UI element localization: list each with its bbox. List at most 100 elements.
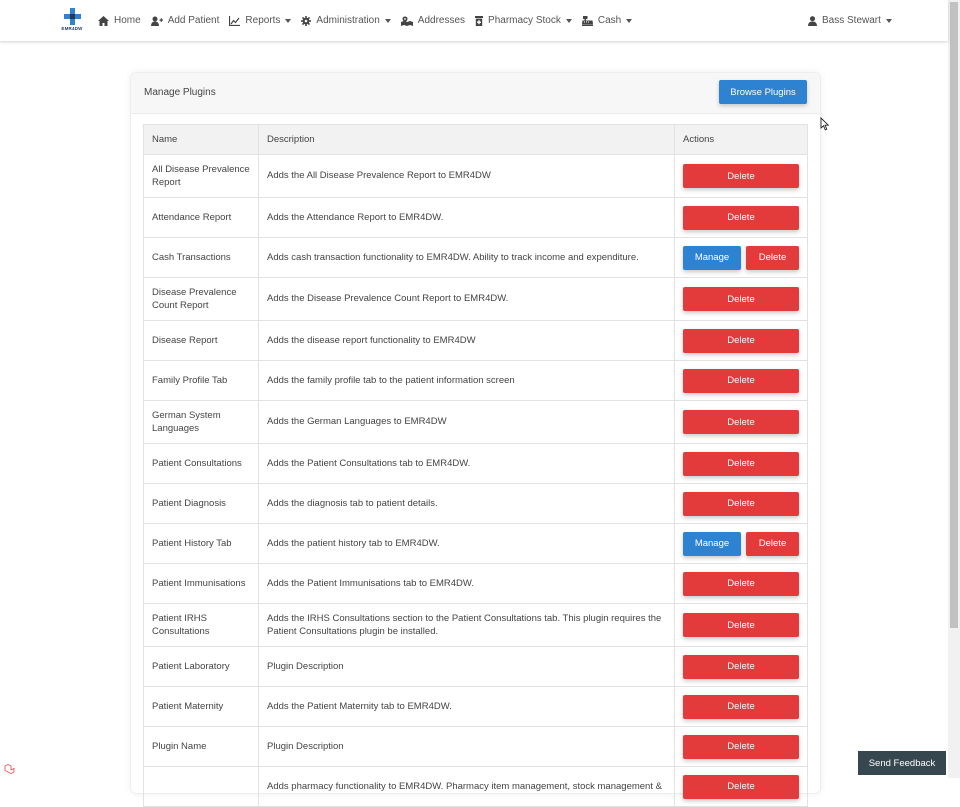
user-icon (808, 15, 817, 26)
plugin-name: Patient Diagnosis (143, 483, 259, 524)
delete-button[interactable]: Delete (746, 531, 799, 556)
table-header-row: Name Description Actions (143, 124, 808, 155)
nav-reports[interactable]: Reports (229, 15, 292, 26)
delete-button[interactable]: Delete (683, 328, 799, 353)
plugin-actions: Delete (674, 646, 808, 687)
send-feedback-button[interactable]: Send Feedback (858, 751, 946, 775)
nav-administration-label: Administration (316, 15, 380, 26)
plugin-actions: Delete (674, 726, 808, 767)
nav-pharmacy-stock[interactable]: Pharmacy Stock (475, 15, 572, 26)
chevron-down-icon (285, 18, 292, 23)
table-row: Patient Immunisations Adds the Patient Im… (143, 563, 808, 604)
table-row: Cash Transactions Adds cash transaction f… (143, 237, 808, 278)
table-row: All Disease Prevalence Report Adds the Al… (143, 154, 808, 198)
table-row: Patient Consultations Adds the Patient Co… (143, 443, 808, 484)
plugin-actions: Delete (674, 603, 808, 647)
page-scrollbar[interactable] (948, 0, 960, 778)
nav-home[interactable]: Home (98, 15, 141, 26)
delete-button[interactable]: Delete (683, 613, 799, 637)
plugin-actions: Delete (674, 360, 808, 401)
plugin-actions: Manage Delete (674, 523, 808, 564)
delete-button[interactable]: Delete (683, 654, 799, 679)
nav-add-patient[interactable]: Add Patient (150, 15, 220, 26)
delete-button[interactable]: Delete (746, 245, 799, 270)
plugin-name: Plugin Name (143, 726, 259, 767)
browse-plugins-button[interactable]: Browse Plugins (719, 80, 807, 104)
nav-cash-label: Cash (597, 15, 622, 26)
delete-button[interactable]: Delete (683, 368, 799, 393)
table-row: Plugin Name Plugin Description Delete (143, 726, 808, 767)
plugin-actions: Delete (674, 563, 808, 604)
plugin-description: Adds the Patient Maternity tab to EMR4DW… (258, 686, 675, 727)
gear-icon (301, 15, 312, 26)
scrollbar-thumb[interactable] (950, 2, 958, 628)
delete-button[interactable]: Delete (683, 694, 799, 719)
manage-button[interactable]: Manage (683, 531, 741, 556)
medical-cross-icon (64, 8, 81, 25)
user-menu[interactable]: Bass Stewart (808, 0, 892, 41)
table-row: Disease Prevalence Count Report Adds the … (143, 277, 808, 321)
plugin-name (143, 766, 259, 807)
plugin-actions: Delete (674, 443, 808, 484)
plugin-description: Adds the German Languages to EMR4DW (258, 400, 675, 444)
plugin-name: Cash Transactions (143, 237, 259, 278)
plugin-description: Adds the All Disease Prevalence Report t… (258, 154, 675, 198)
nav-addresses[interactable]: Addresses (400, 15, 465, 26)
plugin-description: Adds the Disease Prevalence Count Report… (258, 277, 675, 321)
mouse-cursor-icon (820, 117, 830, 131)
table-row: Family Profile Tab Adds the family profil… (143, 360, 808, 401)
delete-button[interactable]: Delete (683, 287, 799, 311)
laravel-debug-icon[interactable] (4, 763, 16, 775)
delete-button[interactable]: Delete (683, 164, 799, 188)
column-header-description: Description (258, 124, 675, 155)
user-name: Bass Stewart (822, 15, 881, 26)
chevron-down-icon (565, 18, 572, 23)
brand-logo[interactable]: EMR4DW (59, 6, 85, 34)
brand-name: EMR4DW (61, 26, 83, 31)
delete-button[interactable]: Delete (683, 491, 799, 516)
medicine-bottle-icon (475, 15, 484, 26)
plugin-description: Adds the patient history tab to EMR4DW. (258, 523, 675, 564)
table-row: Patient IRHS Consultations Adds the IRHS … (143, 603, 808, 647)
user-plus-icon (150, 16, 163, 26)
plugin-description: Adds the Patient Immunisations tab to EM… (258, 563, 675, 604)
plugin-name: German System Languages (143, 400, 259, 444)
plugin-name: Attendance Report (143, 197, 259, 238)
nav-cash[interactable]: Cash (581, 15, 633, 26)
plugin-actions: Delete (674, 400, 808, 444)
delete-button[interactable]: Delete (683, 410, 799, 434)
column-header-name: Name (143, 124, 259, 155)
delete-button[interactable]: Delete (683, 734, 799, 759)
plugin-name: Patient Laboratory (143, 646, 259, 687)
delete-button[interactable]: Delete (683, 774, 799, 799)
plugin-name: Patient IRHS Consultations (143, 603, 259, 647)
plugin-actions: Delete (674, 320, 808, 361)
manage-button[interactable]: Manage (683, 245, 741, 270)
chevron-down-icon (626, 18, 633, 23)
plugin-description: Adds cash transaction functionality to E… (258, 237, 675, 278)
plugin-name: All Disease Prevalence Report (143, 154, 259, 198)
plugin-description: Adds the IRHS Consultations section to t… (258, 603, 675, 647)
page-title: Manage Plugins (144, 87, 216, 98)
delete-button[interactable]: Delete (683, 205, 799, 230)
nav-administration[interactable]: Administration (301, 15, 391, 26)
delete-button[interactable]: Delete (683, 451, 799, 476)
nav-home-label: Home (114, 15, 141, 26)
table-row: Patient Laboratory Plugin Description Dele… (143, 646, 808, 687)
plugin-description: Plugin Description (258, 646, 675, 687)
plugin-description: Adds the Patient Consultations tab to EM… (258, 443, 675, 484)
plugin-actions: Delete (674, 277, 808, 321)
plugin-name: Disease Prevalence Count Report (143, 277, 259, 321)
plugin-name: Patient History Tab (143, 523, 259, 564)
plugin-actions: Delete (674, 686, 808, 727)
nav-add-patient-label: Add Patient (167, 15, 220, 26)
table-row: Patient Maternity Adds the Patient Matern… (143, 686, 808, 727)
plugin-actions: Delete (674, 483, 808, 524)
plugin-actions: Delete (674, 766, 808, 807)
delete-button[interactable]: Delete (683, 571, 799, 596)
column-header-actions: Actions (674, 124, 808, 155)
table-row: Patient Diagnosis Adds the diagnosis tab … (143, 483, 808, 524)
plugin-name: Patient Consultations (143, 443, 259, 484)
table-row: German System Languages Adds the German L… (143, 400, 808, 444)
plugins-table: Name Description Actions All Disease Pre… (143, 124, 808, 807)
